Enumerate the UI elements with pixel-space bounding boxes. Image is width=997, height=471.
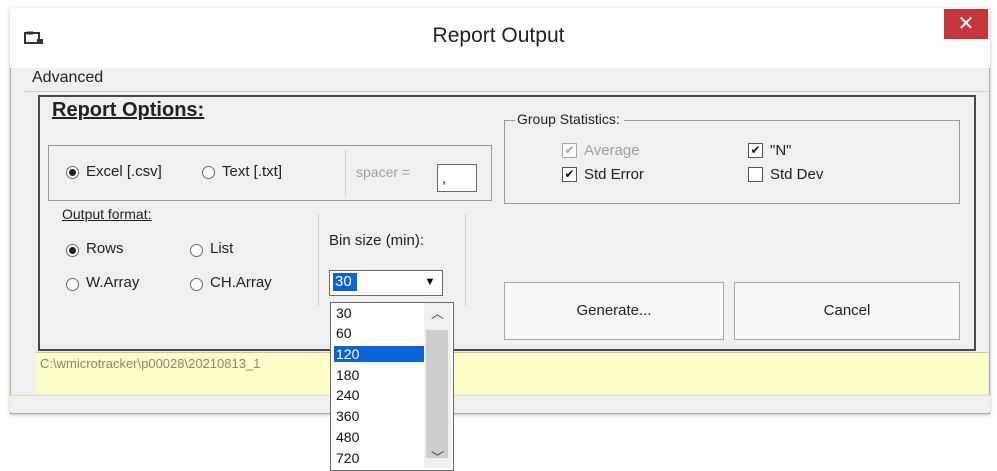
radio-list-label[interactable]: List [210,240,233,257]
checkbox-std-dev[interactable] [748,167,763,182]
radio-w-array[interactable] [66,278,79,291]
dropdown-option[interactable]: 240 [334,387,424,403]
checkbox-std-dev-label[interactable]: Std Dev [770,166,823,183]
checkbox-n-label[interactable]: "N" [770,142,791,159]
output-format-label: Output format: [62,206,152,222]
radio-rows-label[interactable]: Rows [86,240,124,257]
menu-divider [24,91,988,92]
checkbox-std-error-label[interactable]: Std Error [584,166,644,183]
dropdown-option-selected[interactable]: 120 [334,346,424,362]
window-title: Report Output [432,24,565,47]
checkbox-average-label: Average [584,142,640,159]
spacer-label: spacer = [356,164,411,180]
dropdown-option[interactable]: 360 [334,408,424,424]
dropdown-option[interactable]: 480 [334,429,424,445]
dropdown-option[interactable]: 180 [334,367,424,383]
radio-ch-array[interactable] [190,278,203,291]
radio-w-array-label[interactable]: W.Array [86,274,139,291]
radio-text-txt[interactable] [202,166,215,179]
spacer-divider [345,150,346,196]
checkbox-n[interactable]: ✔ [748,143,763,158]
report-options-title: Report Options: [52,99,205,121]
checkbox-average[interactable]: ✔ [562,143,577,158]
cancel-button[interactable]: Cancel [734,282,960,340]
dropdown-option[interactable]: 720 [334,450,424,466]
radio-excel-csv-label[interactable]: Excel [.csv] [86,163,162,180]
group-statistics-group [504,120,960,204]
group-statistics-label: Group Statistics: [515,111,624,127]
radio-list[interactable] [190,244,203,257]
close-button[interactable]: ✕ [944,9,988,39]
radio-rows[interactable] [66,244,79,257]
path-text: C:\wmicrotracker\p00028\20210813_1 [40,356,261,371]
dropdown-option[interactable]: 60 [334,325,424,341]
status-strip [10,395,990,412]
chevron-down-icon[interactable]: ﹀ [424,448,451,468]
dropdown-option[interactable]: 30 [334,305,424,321]
bin-size-value[interactable]: 30 [333,273,357,291]
generate-button[interactable]: Generate... [504,282,724,340]
menu-item-advanced[interactable]: Advanced [32,69,103,87]
chevron-down-icon[interactable]: ▼ [421,272,439,292]
chevron-up-icon[interactable]: ︿ [424,303,451,325]
radio-excel-csv[interactable] [66,166,79,179]
bin-size-label: Bin size (min): [329,232,425,249]
radio-ch-array-label[interactable]: CH.Array [210,274,272,291]
checkbox-std-error[interactable]: ✔ [562,167,577,182]
spacer-input[interactable]: , [437,164,477,192]
radio-text-txt-label[interactable]: Text [.txt] [222,163,282,180]
scrollbar-thumb[interactable] [426,330,448,458]
